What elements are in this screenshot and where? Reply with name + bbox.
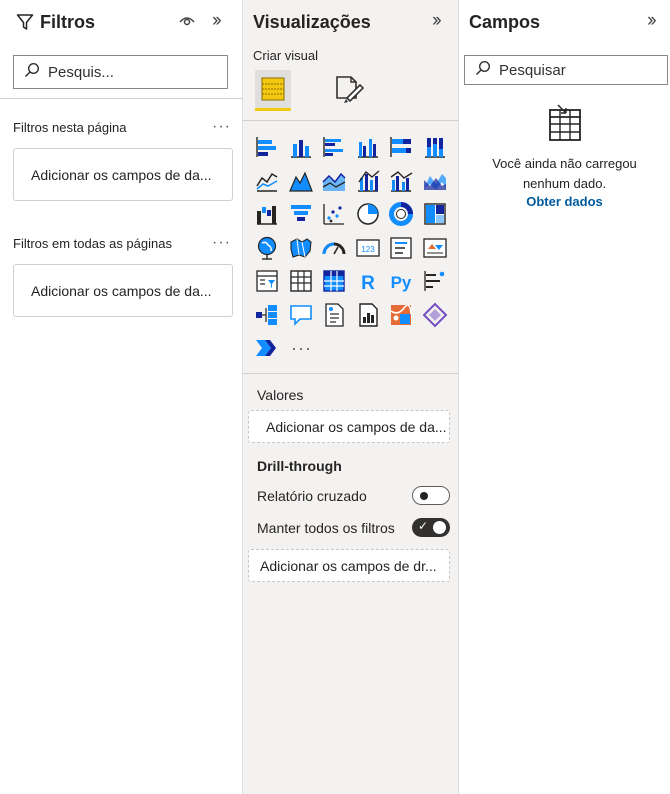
- funnel-chart-icon[interactable]: [288, 201, 314, 227]
- values-label: Valores: [257, 387, 304, 403]
- drill-through-drop-well[interactable]: Adicionar os campos de dr...: [248, 549, 450, 582]
- divider: [243, 373, 459, 374]
- power-apps-icon[interactable]: [422, 302, 448, 328]
- page-filters-more-icon[interactable]: ···: [212, 118, 231, 136]
- table-grid-icon: [261, 77, 285, 106]
- ribbon-chart-icon[interactable]: [422, 168, 448, 194]
- line-and-stacked-column-icon[interactable]: [355, 168, 381, 194]
- line-and-clustered-column-icon[interactable]: [388, 168, 414, 194]
- treemap-icon[interactable]: [422, 201, 448, 227]
- data-table-icon: [546, 104, 586, 149]
- filters-pane: Filtros ›› Filtros nesta página ··· Adic…: [0, 0, 243, 794]
- filters-search-input[interactable]: [48, 63, 198, 81]
- create-visual-label: Criar visual: [253, 48, 319, 63]
- 100-stacked-column-chart-icon[interactable]: [422, 134, 448, 160]
- 100-stacked-bar-chart-icon[interactable]: [388, 134, 414, 160]
- fields-search-box[interactable]: [464, 55, 668, 85]
- map-icon[interactable]: [254, 235, 280, 261]
- gauge-icon[interactable]: [321, 235, 347, 261]
- collapse-fields-icon[interactable]: ››: [647, 10, 657, 32]
- svg-text:123: 123: [361, 245, 375, 254]
- search-icon: [475, 60, 491, 81]
- stacked-column-chart-icon[interactable]: [288, 134, 314, 160]
- qa-icon[interactable]: [288, 302, 314, 328]
- collapse-visualizations-icon[interactable]: ››: [432, 10, 442, 32]
- stacked-bar-chart-icon[interactable]: [254, 134, 280, 160]
- line-chart-icon[interactable]: [254, 168, 280, 194]
- collapse-filters-icon[interactable]: ››: [212, 10, 222, 32]
- smart-narrative-icon[interactable]: [321, 302, 347, 328]
- r-visual-icon[interactable]: R: [355, 268, 381, 294]
- key-influencers-icon[interactable]: [422, 268, 448, 294]
- arcgis-map-icon[interactable]: [388, 302, 414, 328]
- all-pages-filters-label: Filtros em todas as páginas: [13, 236, 172, 251]
- stacked-area-chart-icon[interactable]: [321, 168, 347, 194]
- pie-chart-icon[interactable]: [355, 201, 381, 227]
- filters-search-box[interactable]: [13, 55, 228, 89]
- search-icon: [24, 62, 40, 83]
- divider: [243, 120, 459, 121]
- fields-title: Campos: [469, 12, 541, 32]
- more-visuals-icon[interactable]: ···: [291, 338, 312, 359]
- keep-all-filters-toggle[interactable]: ✓: [412, 518, 450, 537]
- multi-row-card-icon[interactable]: [388, 235, 414, 261]
- clustered-bar-chart-icon[interactable]: [321, 134, 347, 160]
- svg-text:Py: Py: [391, 273, 412, 292]
- all-pages-filters-more-icon[interactable]: ···: [212, 234, 231, 252]
- checkmark-icon: ✓: [418, 519, 429, 533]
- clustered-column-chart-icon[interactable]: [355, 134, 381, 160]
- fields-pane: Campos ›› Você ainda não carregou nenhum…: [459, 0, 670, 794]
- python-visual-icon[interactable]: Py: [388, 268, 414, 294]
- keep-all-filters-label: Manter todos os filtros: [257, 520, 395, 536]
- all-pages-filters-drop-well[interactable]: Adicionar os campos de da...: [13, 264, 233, 317]
- get-data-link[interactable]: Obter dados: [459, 194, 670, 209]
- paginated-report-icon[interactable]: [355, 302, 381, 328]
- page-filters-label: Filtros nesta página: [13, 120, 127, 135]
- drill-through-label: Drill-through: [257, 458, 342, 474]
- card-icon[interactable]: 123: [355, 235, 381, 261]
- eye-icon[interactable]: [178, 13, 196, 32]
- power-automate-icon[interactable]: [254, 335, 280, 361]
- active-tab-indicator: [255, 108, 291, 111]
- table-icon[interactable]: [288, 268, 314, 294]
- visualizations-title: Visualizações: [253, 12, 371, 32]
- filter-icon: [16, 13, 34, 36]
- page-filters-drop-well[interactable]: Adicionar os campos de da...: [13, 148, 233, 201]
- matrix-icon[interactable]: [321, 268, 347, 294]
- build-visual-tab[interactable]: [255, 70, 291, 108]
- empty-state-line-2: nenhum dado.: [522, 176, 607, 191]
- filled-map-icon[interactable]: [288, 235, 314, 261]
- svg-text:R: R: [361, 273, 375, 294]
- format-visual-brush-icon[interactable]: [333, 72, 367, 111]
- decomposition-tree-icon[interactable]: [254, 302, 280, 328]
- area-chart-icon[interactable]: [288, 168, 314, 194]
- visualizations-pane: Visualizações ›› Criar visual 123 R Py ···…: [243, 0, 459, 794]
- slicer-icon[interactable]: [254, 268, 280, 294]
- divider: [0, 98, 243, 99]
- kpi-icon[interactable]: [422, 235, 448, 261]
- values-drop-well[interactable]: Adicionar os campos de da...: [248, 410, 450, 443]
- cross-report-label: Relatório cruzado: [257, 488, 367, 504]
- donut-chart-icon[interactable]: [388, 201, 414, 227]
- fields-search-input[interactable]: [499, 61, 649, 79]
- waterfall-chart-icon[interactable]: [254, 201, 280, 227]
- empty-state-line-1: Você ainda não carregou: [492, 156, 637, 171]
- cross-report-toggle[interactable]: [412, 486, 450, 505]
- scatter-chart-icon[interactable]: [321, 201, 347, 227]
- filters-title: Filtros: [40, 12, 96, 32]
